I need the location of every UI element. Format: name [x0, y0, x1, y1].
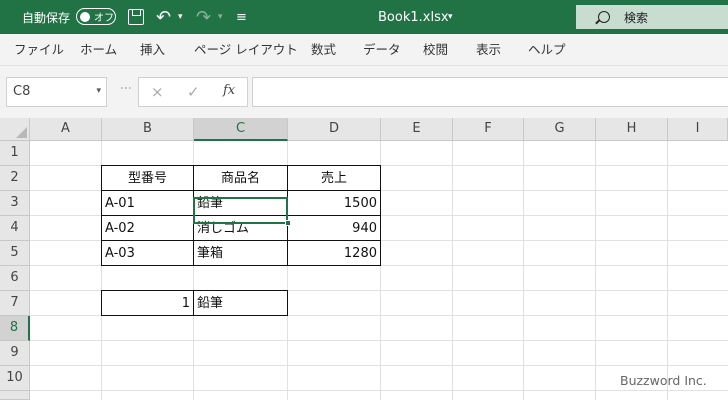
active-cell-c8[interactable] — [193, 197, 288, 224]
autosave-state: オフ — [94, 13, 114, 24]
tab-home[interactable]: ホーム — [80, 34, 117, 66]
tab-review[interactable]: 校閲 — [423, 34, 448, 66]
row-header-4[interactable]: 4 — [0, 216, 30, 241]
filename-dropdown-icon[interactable]: ▾ — [448, 0, 453, 34]
confirm-icon[interactable]: ✓ — [187, 83, 200, 101]
redo-dropdown-icon[interactable]: ▾ — [218, 0, 223, 34]
row-header-7[interactable]: 7 — [0, 291, 30, 316]
gridline — [595, 141, 596, 400]
ribbon-tabs: ファイル ホーム 挿入 ページ レイアウト 数式 データ 校閲 表示 ヘルプ — [0, 34, 728, 66]
row-header-11[interactable] — [0, 391, 30, 400]
redo-icon[interactable]: ↷ — [196, 0, 211, 34]
cancel-icon[interactable]: × — [151, 83, 164, 101]
column-header-e[interactable]: E — [381, 118, 453, 141]
cell-b2[interactable]: 型番号 — [101, 165, 194, 191]
cell-c7[interactable]: 鉛筆 — [193, 290, 288, 316]
tab-page-layout[interactable]: ページ レイアウト — [194, 34, 298, 66]
gridline — [30, 340, 728, 341]
column-header-h[interactable]: H — [596, 118, 668, 141]
name-box-dropdown-icon[interactable]: ▾ — [96, 86, 101, 96]
file-name[interactable]: Book1.xlsx — [378, 0, 449, 34]
cell-b3[interactable]: A-01 — [101, 190, 194, 216]
watermark: Buzzword Inc. — [620, 373, 707, 388]
row-header-3[interactable]: 3 — [0, 191, 30, 216]
tab-help[interactable]: ヘルプ — [528, 34, 566, 66]
gridline — [30, 365, 728, 366]
column-header-b[interactable]: B — [102, 118, 194, 141]
search-label: 検索 — [624, 10, 649, 25]
search-box[interactable]: 検索 — [576, 5, 728, 29]
column-header-f[interactable]: F — [453, 118, 524, 141]
cell-c5[interactable]: 筆箱 — [193, 240, 288, 266]
formula-input[interactable] — [252, 77, 728, 107]
tab-view[interactable]: 表示 — [476, 34, 501, 66]
toggle-knob — [80, 11, 90, 22]
row-header-2[interactable]: 2 — [0, 166, 30, 191]
tab-insert[interactable]: 挿入 — [140, 34, 165, 66]
row-header-8[interactable]: 8 — [0, 316, 30, 341]
cell-b5[interactable]: A-03 — [101, 240, 194, 266]
autosave-label: 自動保存 — [22, 10, 71, 25]
column-header-a[interactable]: A — [30, 118, 102, 141]
save-icon[interactable] — [128, 9, 144, 25]
tab-data[interactable]: データ — [363, 34, 401, 66]
tab-file[interactable]: ファイル — [14, 34, 64, 66]
row-header-6[interactable]: 6 — [0, 266, 30, 291]
undo-icon[interactable]: ↶ — [156, 0, 171, 34]
title-bar: 自動保存 オフ ↶ ▾ ↷ ▾ ≡ Book1.xlsx ▾ 検索 — [0, 0, 728, 34]
customize-toolbar-icon[interactable]: ≡ — [236, 0, 247, 34]
row-header-1[interactable]: 1 — [0, 141, 30, 166]
splitter-handle-icon[interactable]: ⋮ — [119, 82, 133, 95]
formula-buttons: × ✓ fx — [138, 77, 248, 107]
search-icon — [598, 11, 610, 23]
gridline — [30, 390, 728, 391]
cell-c2[interactable]: 商品名 — [193, 165, 288, 191]
cell-d5[interactable]: 1280 — [287, 240, 381, 266]
gridline — [523, 141, 524, 400]
cell-d2[interactable]: 売上 — [287, 165, 381, 191]
select-all-button[interactable] — [0, 118, 30, 141]
insert-function-icon[interactable]: fx — [223, 83, 235, 98]
tab-formulas[interactable]: 数式 — [311, 34, 336, 66]
cell-b4[interactable]: A-02 — [101, 215, 194, 241]
formula-bar-area: C8 ▾ ⋮ × ✓ fx — [0, 66, 728, 118]
row-header-5[interactable]: 5 — [0, 241, 30, 266]
column-header-g[interactable]: G — [524, 118, 596, 141]
cell-d3[interactable]: 1500 — [287, 190, 381, 216]
autosave-toggle[interactable]: オフ — [76, 8, 116, 25]
gridline — [452, 141, 453, 400]
row-header-9[interactable]: 9 — [0, 341, 30, 366]
name-box-value: C8 — [13, 84, 31, 99]
gridline — [667, 141, 668, 400]
worksheet-grid: A B C D E F G H I 1 2 3 4 5 6 7 8 9 10 型… — [0, 118, 728, 400]
column-header-c[interactable]: C — [194, 118, 288, 141]
cell-b7[interactable]: 1 — [101, 290, 194, 316]
undo-dropdown-icon[interactable]: ▾ — [178, 0, 183, 34]
row-header-10[interactable]: 10 — [0, 366, 30, 391]
column-header-i[interactable]: I — [668, 118, 728, 141]
fill-handle[interactable] — [285, 220, 291, 226]
column-header-d[interactable]: D — [288, 118, 381, 141]
name-box[interactable]: C8 ▾ — [6, 77, 107, 107]
cell-d4[interactable]: 940 — [287, 215, 381, 241]
